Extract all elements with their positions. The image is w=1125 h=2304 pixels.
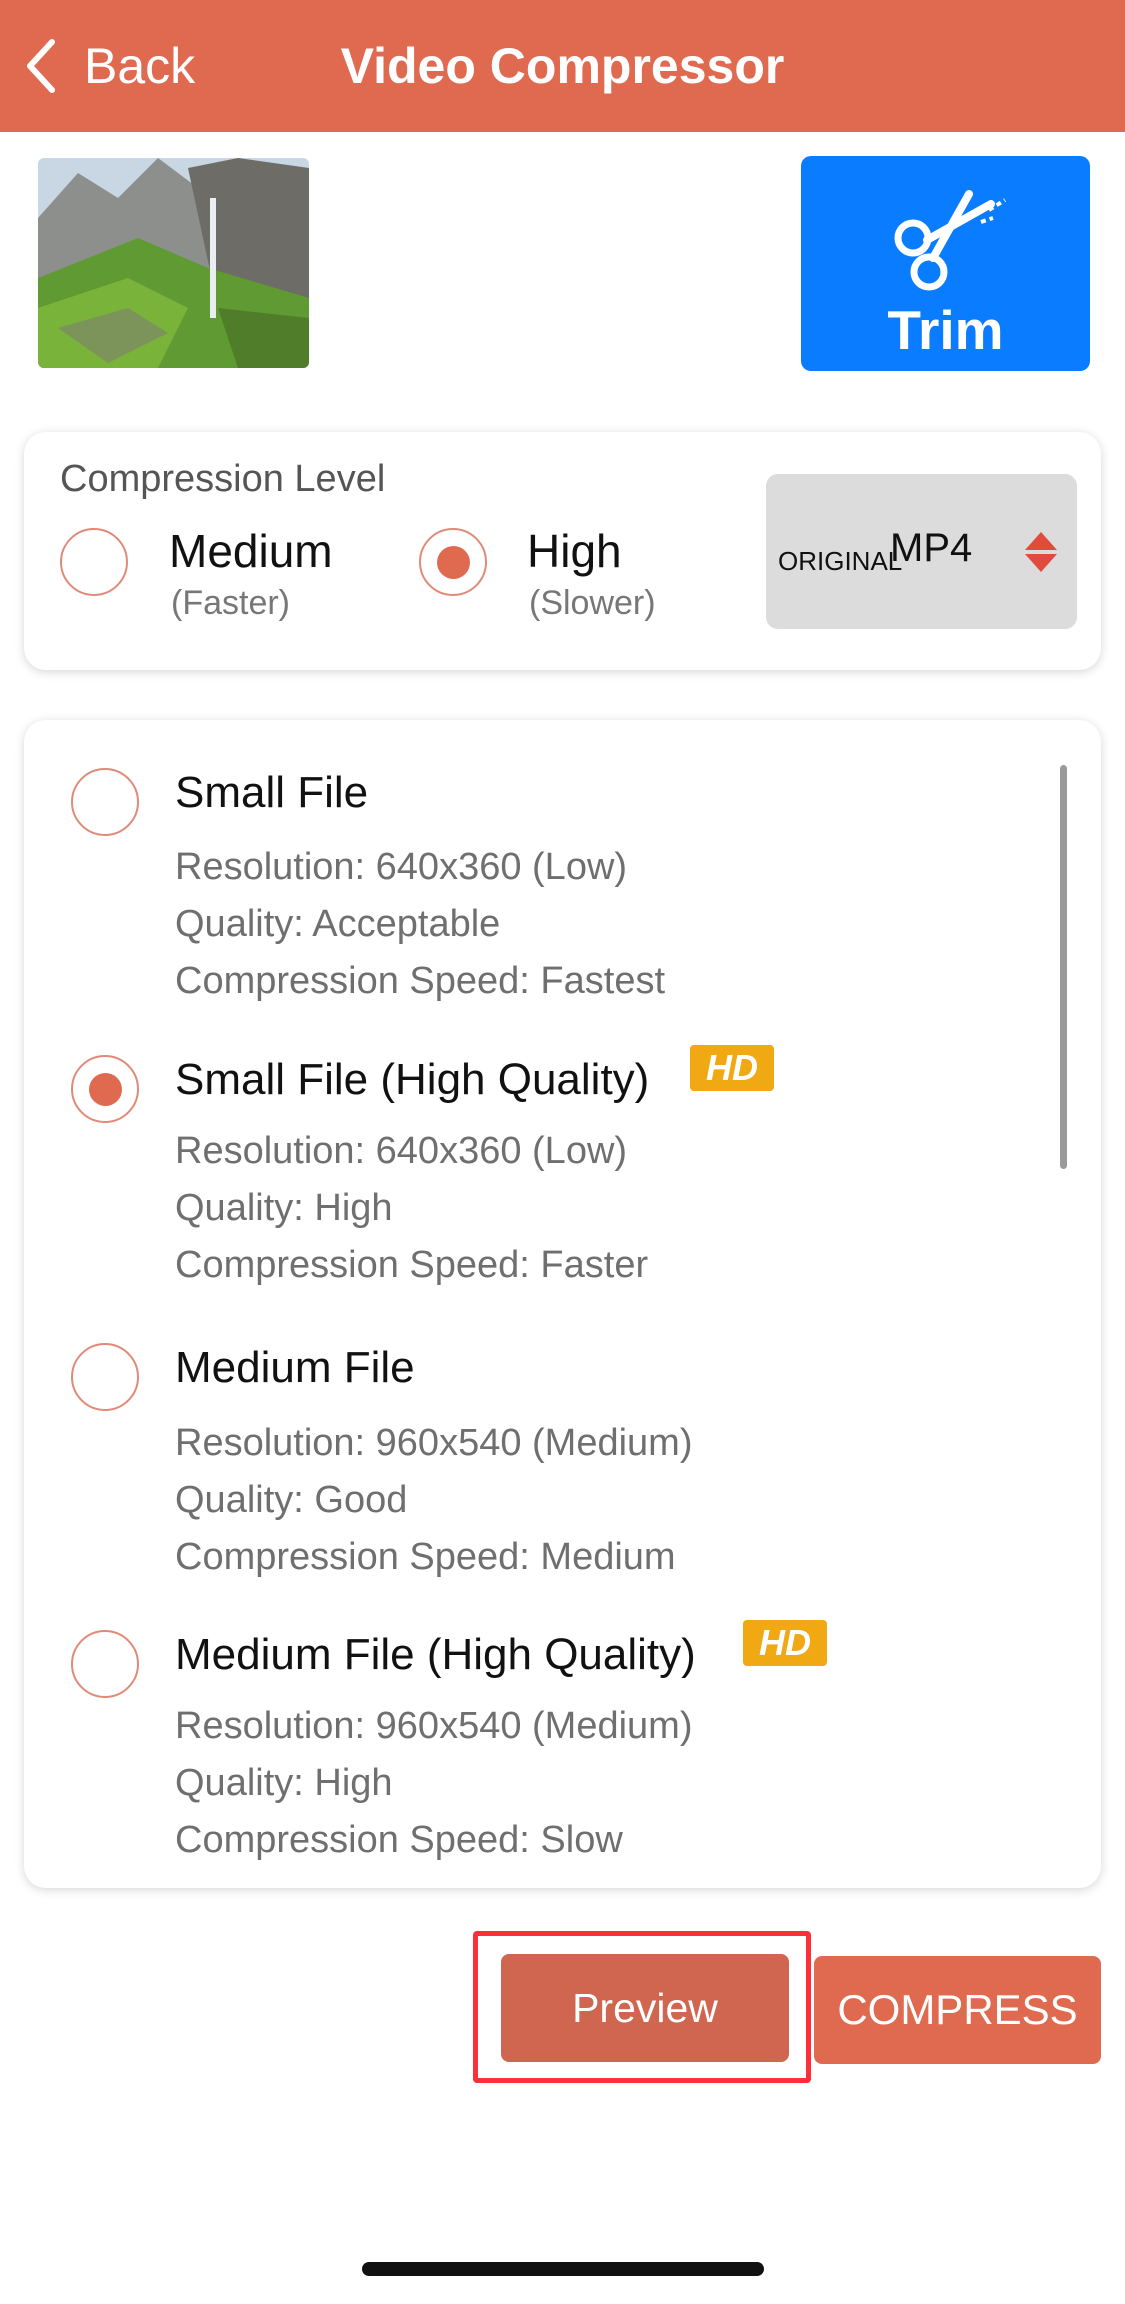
scissors-icon: [894, 190, 1007, 291]
preset-resolution: Resolution: 640x360 (Low): [175, 1130, 628, 1172]
preset-resolution: Resolution: 960x540 (Medium): [175, 1705, 693, 1747]
format-prefix: ORIGINAL: [778, 546, 903, 576]
format-value: MP4: [890, 526, 973, 570]
back-button-label: Back: [84, 38, 196, 94]
high-level-radio[interactable]: [419, 528, 487, 596]
preset-quality: Quality: Acceptable: [175, 903, 501, 945]
high-level-label: High: [527, 525, 622, 577]
preset-quality: Quality: High: [175, 1762, 393, 1804]
preset-speed: Compression Speed: Medium: [175, 1536, 676, 1578]
medium-level-radio[interactable]: [60, 528, 128, 596]
chevron-left-icon: [27, 39, 55, 93]
preset-speed: Compression Speed: Slow: [175, 1819, 623, 1861]
high-level-sub: (Slower): [529, 584, 656, 622]
preset-quality: Quality: Good: [175, 1479, 408, 1521]
preset-resolution: Resolution: 960x540 (Medium): [175, 1422, 693, 1464]
trim-button[interactable]: Trim: [801, 156, 1090, 371]
format-selector[interactable]: ORIGINAL MP4: [766, 474, 1077, 629]
preview-button[interactable]: Preview: [501, 1954, 789, 2062]
preset-title: Small File (High Quality): [175, 1055, 650, 1104]
preset-radio-small-file[interactable]: [71, 768, 139, 836]
trim-label: Trim: [887, 299, 1004, 361]
scrollbar[interactable]: [1060, 765, 1067, 1169]
preset-speed: Compression Speed: Fastest: [175, 960, 666, 1002]
back-button[interactable]: Back: [22, 30, 195, 102]
medium-level-sub: (Faster): [171, 584, 290, 622]
hd-badge: HD: [743, 1620, 827, 1666]
preset-quality: Quality: High: [175, 1187, 393, 1229]
video-thumbnail[interactable]: [38, 158, 309, 368]
preset-title: Medium File: [175, 1343, 415, 1392]
preset-radio-medium-file[interactable]: [71, 1343, 139, 1411]
preset-resolution: Resolution: 640x360 (Low): [175, 846, 628, 888]
preset-title: Medium File (High Quality): [175, 1630, 696, 1679]
compression-level-heading: Compression Level: [60, 458, 386, 500]
home-indicator[interactable]: [362, 2262, 764, 2276]
preset-title: Small File: [175, 768, 369, 817]
landscape-image: [38, 158, 309, 368]
up-down-arrow-icon: [1025, 532, 1057, 572]
compress-button[interactable]: COMPRESS: [814, 1956, 1101, 2064]
medium-level-label: Medium: [169, 525, 333, 577]
preset-radio-medium-file-hq[interactable]: [71, 1630, 139, 1698]
preset-radio-small-file-hq[interactable]: [71, 1055, 139, 1123]
preset-speed: Compression Speed: Faster: [175, 1244, 649, 1286]
hd-badge: HD: [690, 1045, 774, 1091]
